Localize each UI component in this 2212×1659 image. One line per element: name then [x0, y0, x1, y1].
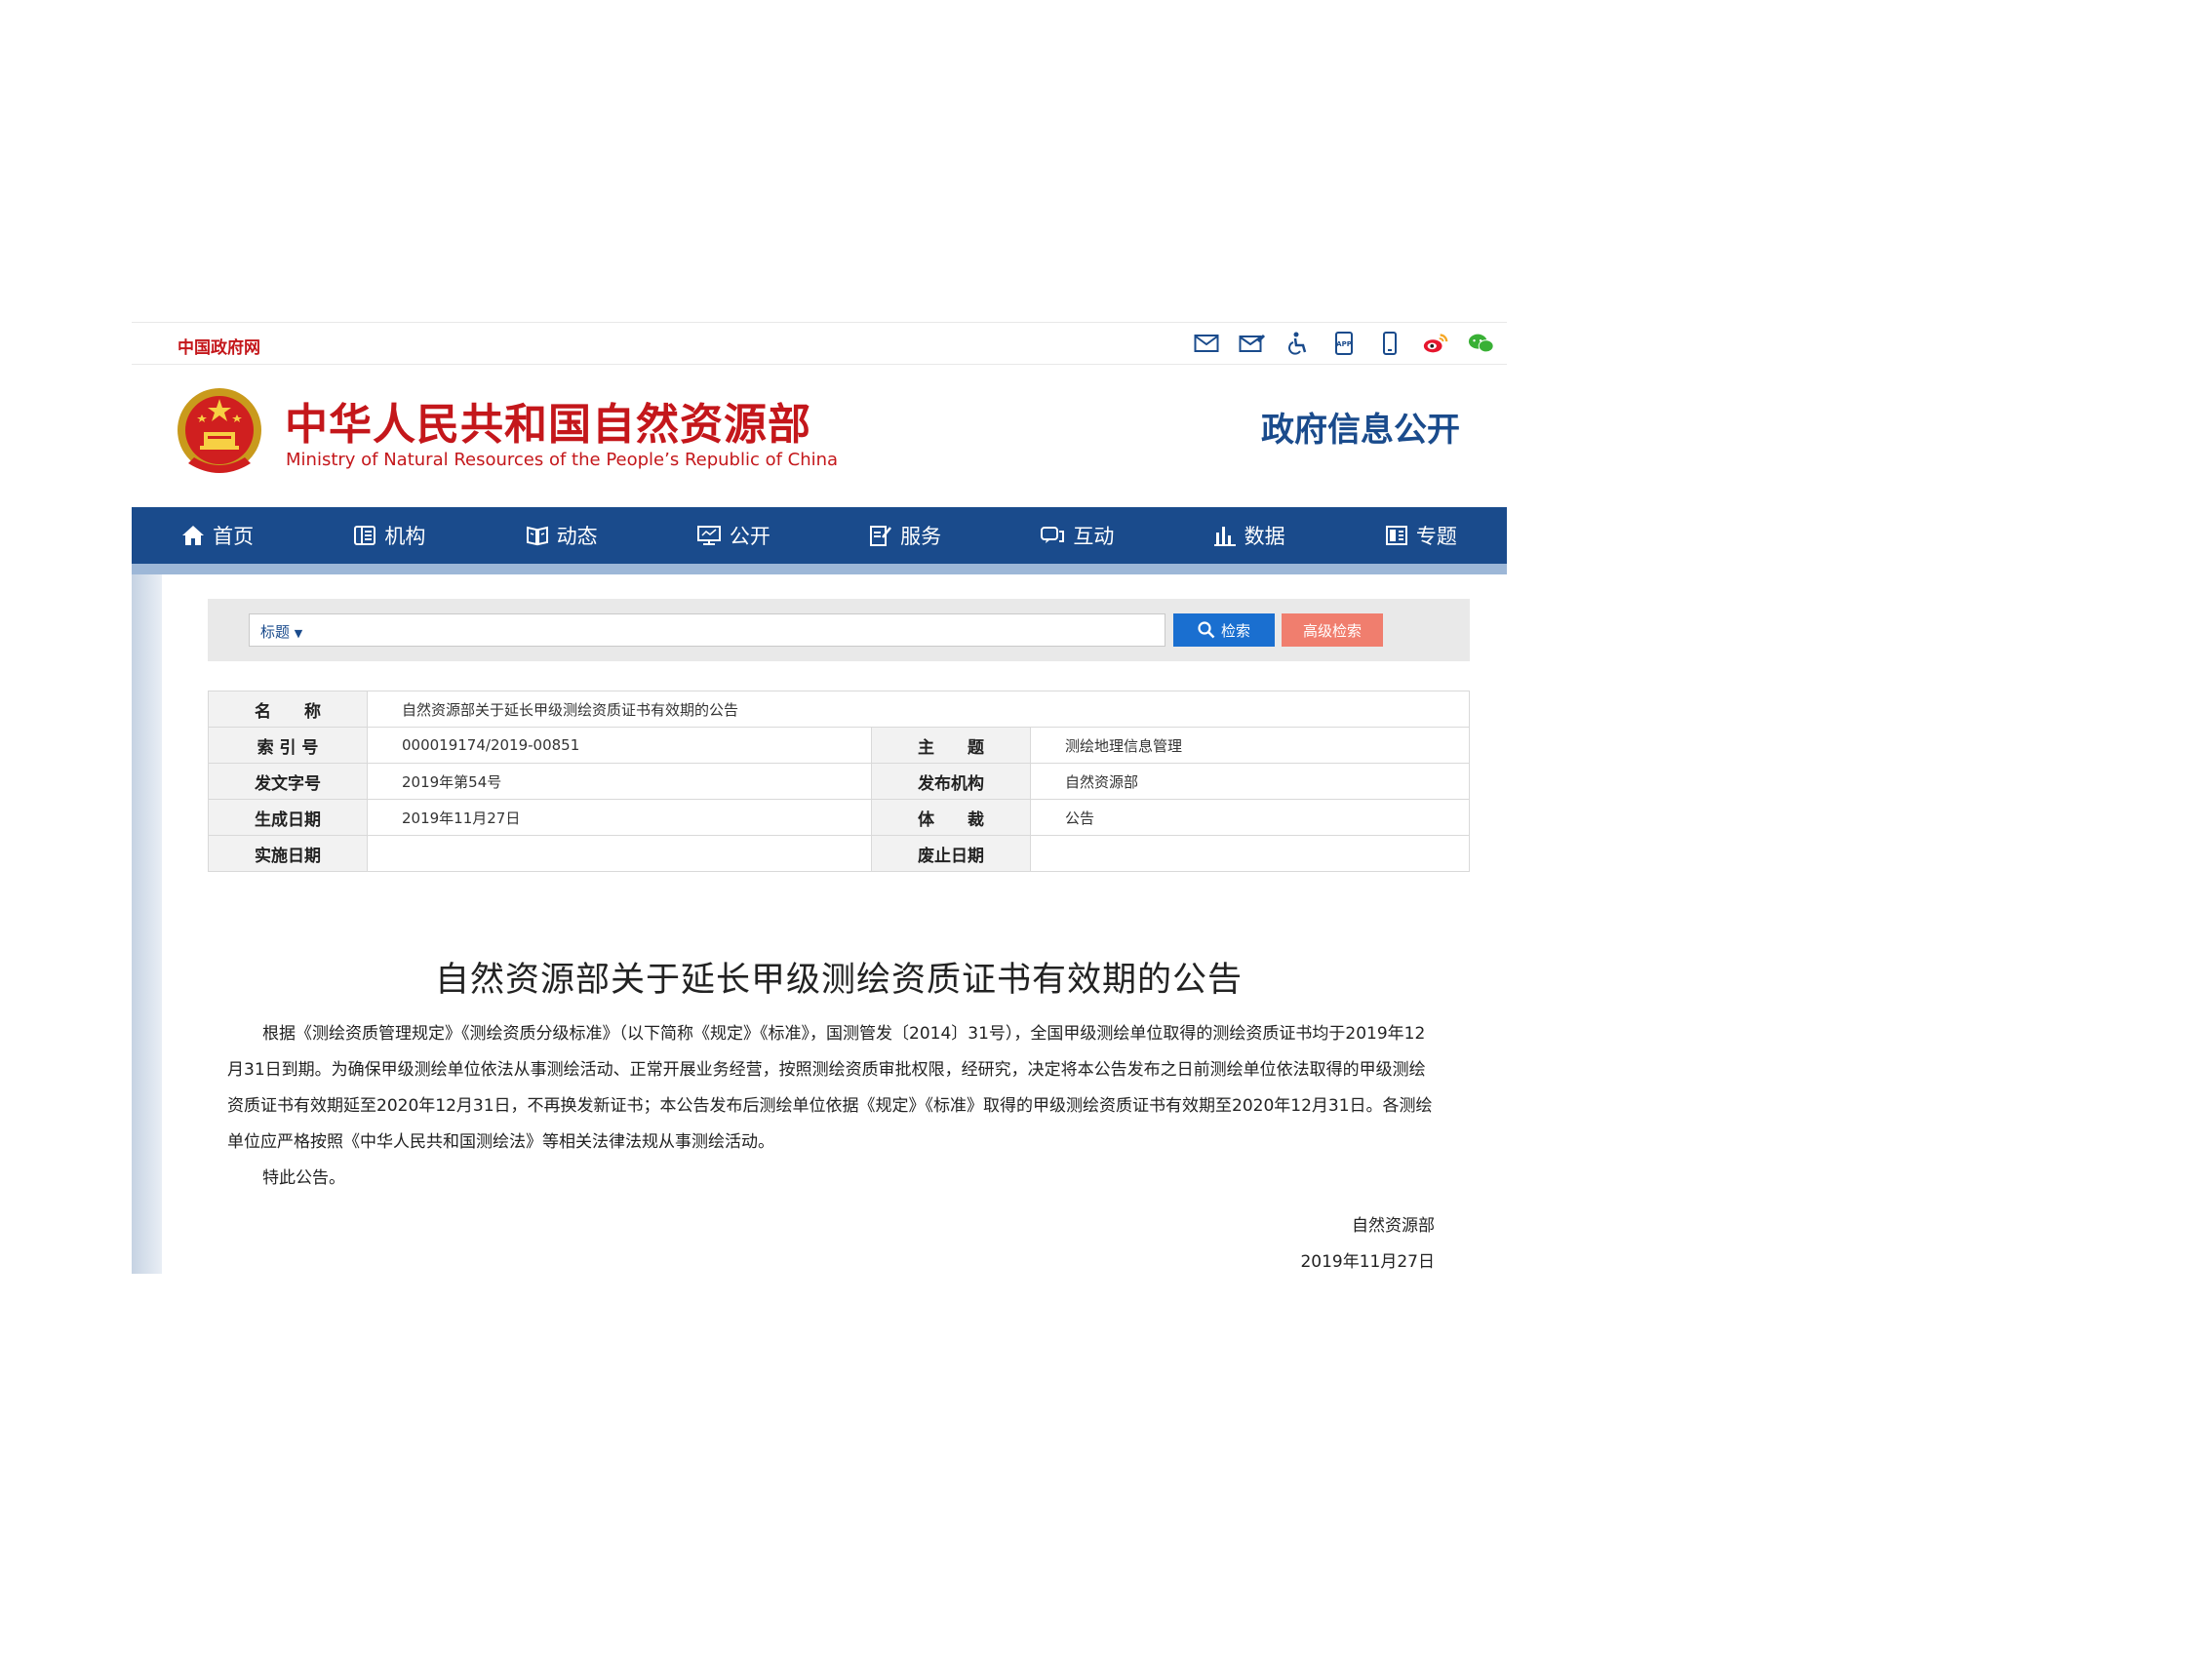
- meta-label: 发文字号: [208, 763, 368, 800]
- meta-value: 公告: [1030, 799, 1470, 836]
- nav-item-news[interactable]: 动态: [476, 507, 648, 564]
- meta-value: [367, 835, 872, 872]
- nav-item-service[interactable]: 服务: [819, 507, 991, 564]
- nav-underline: [132, 564, 1507, 574]
- article-title: 自然资源部关于延长甲级测绘资质证书有效期的公告: [434, 961, 1243, 1000]
- screen-icon: [696, 526, 721, 545]
- table-row: 索 引 号 000019174/2019-00851 主 题 测绘地理信息管理: [208, 727, 1470, 764]
- table-row: 生成日期 2019年11月27日 体 裁 公告: [208, 799, 1470, 836]
- nav-item-label: 服务: [900, 525, 942, 548]
- advanced-search-button[interactable]: 高级检索: [1282, 613, 1383, 647]
- nav-item-label: 互动: [1073, 525, 1115, 548]
- app-icon-text: APP: [1336, 340, 1352, 348]
- nav-item-label: 公开: [729, 525, 770, 548]
- meta-label: 体 裁: [871, 799, 1031, 836]
- chevron-down-icon: ▼: [294, 627, 303, 640]
- search-icon: [1198, 621, 1215, 639]
- weibo-icon[interactable]: [1422, 331, 1449, 356]
- meta-label: 名 称: [208, 691, 368, 728]
- nav-item-org[interactable]: 机构: [303, 507, 475, 564]
- article-paragraph: 根据《测绘资质管理规定》《测绘资质分级标准》（以下简称《规定》《标准》，国测管发…: [227, 1024, 1433, 1152]
- topic-icon: [1385, 526, 1407, 545]
- meta-label: 废止日期: [871, 835, 1031, 872]
- nav-item-label: 动态: [556, 525, 598, 548]
- gov-info-open-title[interactable]: 政府信息公开: [1261, 403, 1460, 451]
- meta-value: [1030, 835, 1470, 872]
- meta-value: 000019174/2019-00851: [367, 727, 872, 764]
- meta-value: 自然资源部: [1030, 763, 1470, 800]
- nav-item-home[interactable]: 首页: [132, 507, 303, 564]
- article-body: 根据《测绘资质管理规定》《测绘资质分级标准》（以下简称《规定》《标准》，国测管发…: [227, 1016, 1435, 1197]
- chart-icon: [1213, 527, 1236, 546]
- main-nav: 首页 机构 动态 公开 服务 互动 数据 专题: [132, 507, 1507, 564]
- meta-value: 2019年第54号: [367, 763, 872, 800]
- accessibility-icon[interactable]: [1284, 331, 1312, 356]
- page-container: 中国政府网 APP 中华人民共和国自然资源部 Ministry of Natur…: [132, 322, 1507, 1297]
- nav-item-open[interactable]: 公开: [648, 507, 819, 564]
- top-bar: 中国政府网 APP: [132, 322, 1507, 365]
- meta-value: 测绘地理信息管理: [1030, 727, 1470, 764]
- ministry-title-en: Ministry of Natural Resources of the Peo…: [286, 450, 839, 470]
- nav-item-interact[interactable]: 互动: [991, 507, 1163, 564]
- gov-portal-link[interactable]: 中国政府网: [178, 334, 260, 358]
- edit-doc-icon: [870, 526, 892, 546]
- org-icon: [354, 526, 376, 545]
- table-row: 实施日期 废止日期: [208, 835, 1470, 872]
- nav-item-topic[interactable]: 专题: [1335, 507, 1507, 564]
- mail-icon[interactable]: [1193, 331, 1220, 356]
- article-paragraph: 特此公告。: [262, 1168, 345, 1188]
- ministry-title-cn: 中华人民共和国自然资源部: [285, 400, 811, 450]
- nav-item-label: 机构: [384, 525, 426, 548]
- home-icon: [182, 526, 205, 545]
- national-emblem-logo[interactable]: [175, 385, 264, 483]
- document-meta-table: 名 称 自然资源部关于延长甲级测绘资质证书有效期的公告 索 引 号 000019…: [208, 691, 1470, 872]
- meta-label: 主 题: [871, 727, 1031, 764]
- mobile-icon[interactable]: [1376, 331, 1403, 356]
- meta-value: 自然资源部关于延长甲级测绘资质证书有效期的公告: [367, 691, 1470, 728]
- nav-item-data[interactable]: 数据: [1164, 507, 1335, 564]
- meta-label: 索 引 号: [208, 727, 368, 764]
- mail-edit-icon[interactable]: [1239, 331, 1266, 356]
- meta-label: 发布机构: [871, 763, 1031, 800]
- article-sign-date: 2019年11月27日: [1300, 1252, 1435, 1272]
- top-icon-group: APP: [1193, 331, 1495, 356]
- chat-icon: [1041, 527, 1065, 543]
- nav-item-label: 数据: [1244, 525, 1285, 548]
- news-icon: [526, 526, 548, 546]
- nav-item-label: 首页: [213, 525, 255, 548]
- table-row: 名 称 自然资源部关于延长甲级测绘资质证书有效期的公告: [208, 691, 1470, 728]
- article-sign-org: 自然资源部: [1352, 1216, 1435, 1236]
- search-button[interactable]: 检索: [1173, 613, 1275, 647]
- site-header: 中华人民共和国自然资源部 Ministry of Natural Resourc…: [132, 364, 1507, 505]
- table-row: 发文字号 2019年第54号 发布机构 自然资源部: [208, 763, 1470, 800]
- search-scope-select[interactable]: 标题 ▼: [260, 621, 302, 642]
- meta-label: 生成日期: [208, 799, 368, 836]
- meta-value: 2019年11月27日: [367, 799, 872, 836]
- meta-label: 实施日期: [208, 835, 368, 872]
- left-decor-strip: [132, 574, 162, 1274]
- wechat-icon[interactable]: [1468, 331, 1495, 356]
- search-input[interactable]: 标题 ▼: [249, 613, 1165, 647]
- nav-item-label: 专题: [1415, 525, 1457, 548]
- app-icon[interactable]: APP: [1330, 331, 1358, 356]
- search-panel: 标题 ▼ 检索 高级检索: [208, 599, 1470, 661]
